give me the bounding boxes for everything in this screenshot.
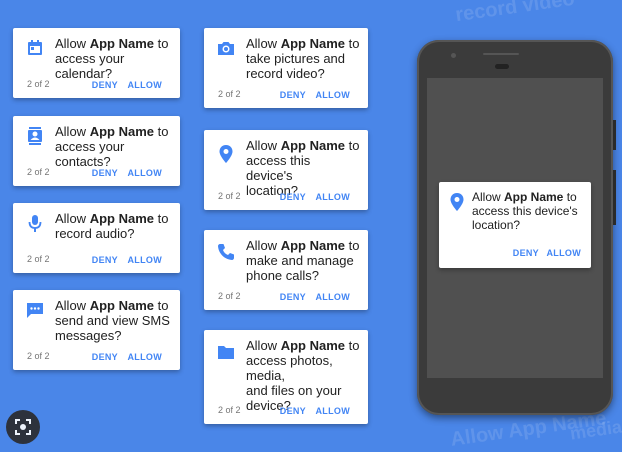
deny-button[interactable]: DENY: [92, 80, 118, 90]
allow-button[interactable]: ALLOW: [316, 406, 351, 416]
allow-button[interactable]: ALLOW: [316, 192, 351, 202]
contacts-icon: [25, 126, 45, 146]
permission-message: Allow App Name to access this device's l…: [246, 138, 360, 198]
sms-icon: [25, 300, 45, 320]
deny-button[interactable]: DENY: [280, 192, 306, 202]
page-counter: 2 of 2: [27, 79, 50, 89]
page-counter: 2 of 2: [218, 191, 241, 201]
deny-button[interactable]: DENY: [92, 352, 118, 362]
allow-button[interactable]: ALLOW: [128, 168, 163, 178]
permission-message: Allow App Name to send and view SMS mess…: [55, 298, 170, 343]
permission-card-phone: Allow App Name to make and manage phone …: [204, 230, 368, 310]
location-icon: [447, 192, 467, 212]
camera-icon: [216, 38, 236, 58]
page-counter: 2 of 2: [27, 167, 50, 177]
permission-message: Allow App Name to make and manage phone …: [246, 238, 360, 283]
deny-button[interactable]: DENY: [280, 90, 306, 100]
permission-message: Allow App Name to access your contacts?: [55, 124, 169, 169]
allow-button[interactable]: ALLOW: [128, 352, 163, 362]
permission-card-location: Allow App Name to access this device's l…: [204, 130, 368, 210]
permission-card-calendar: Allow App Name to access your calendar? …: [13, 28, 180, 98]
folder-icon: [216, 342, 236, 362]
allow-button[interactable]: ALLOW: [547, 248, 582, 258]
permission-message: Allow App Name to record audio?: [55, 211, 169, 241]
location-icon: [216, 144, 236, 164]
calendar-icon: [25, 38, 45, 58]
permission-card-camera: Allow App Name to take pictures and reco…: [204, 28, 368, 108]
permission-message: Allow App Name to access your calendar?: [55, 36, 169, 81]
permission-message: Allow App Name to access photos, media, …: [246, 338, 360, 413]
earpiece: [483, 53, 519, 55]
allow-button[interactable]: ALLOW: [316, 292, 351, 302]
permission-card-sms: Allow App Name to send and view SMS mess…: [13, 290, 180, 370]
front-camera: [451, 53, 456, 58]
microphone-icon: [25, 213, 45, 233]
permission-card-files: Allow App Name to access photos, media, …: [204, 330, 368, 424]
permission-message: Allow App Name to take pictures and reco…: [246, 36, 360, 81]
deny-button[interactable]: DENY: [513, 248, 539, 258]
allow-button[interactable]: ALLOW: [316, 90, 351, 100]
page-counter: 2 of 2: [218, 89, 241, 99]
phone-speaker: [495, 64, 509, 69]
permission-card-microphone: Allow App Name to record audio? 2 of 2 D…: [13, 203, 180, 273]
background-text-top: record video: [453, 0, 576, 27]
allow-button[interactable]: ALLOW: [128, 255, 163, 265]
deny-button[interactable]: DENY: [280, 406, 306, 416]
deny-button[interactable]: DENY: [92, 255, 118, 265]
page-counter: 2 of 2: [27, 351, 50, 361]
volume-button: [613, 170, 616, 225]
deny-button[interactable]: DENY: [280, 292, 306, 302]
allow-button[interactable]: ALLOW: [128, 80, 163, 90]
phone-icon: [216, 242, 236, 262]
page-counter: 2 of 2: [218, 405, 241, 415]
phone-permission-dialog: Allow App Name to access this device's l…: [439, 182, 591, 268]
permission-card-contacts: Allow App Name to access your contacts? …: [13, 116, 180, 186]
power-button: [613, 120, 616, 150]
lens-icon[interactable]: [6, 410, 40, 444]
page-counter: 2 of 2: [218, 291, 241, 301]
page-counter: 2 of 2: [27, 254, 50, 264]
deny-button[interactable]: DENY: [92, 168, 118, 178]
permission-message: Allow App Name to access this device's l…: [472, 190, 578, 232]
